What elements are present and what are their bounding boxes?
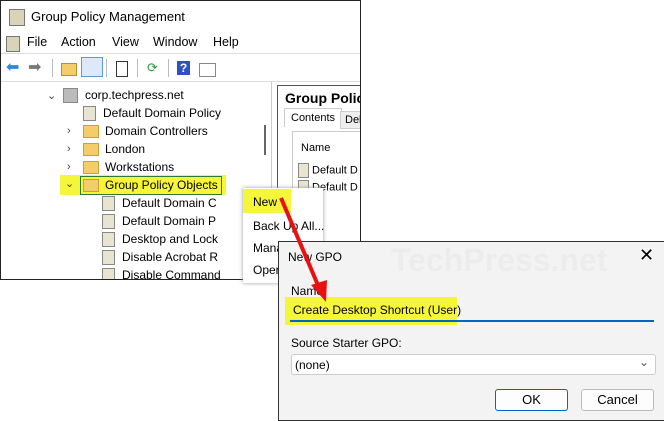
red-arrow bbox=[279, 197, 327, 302]
